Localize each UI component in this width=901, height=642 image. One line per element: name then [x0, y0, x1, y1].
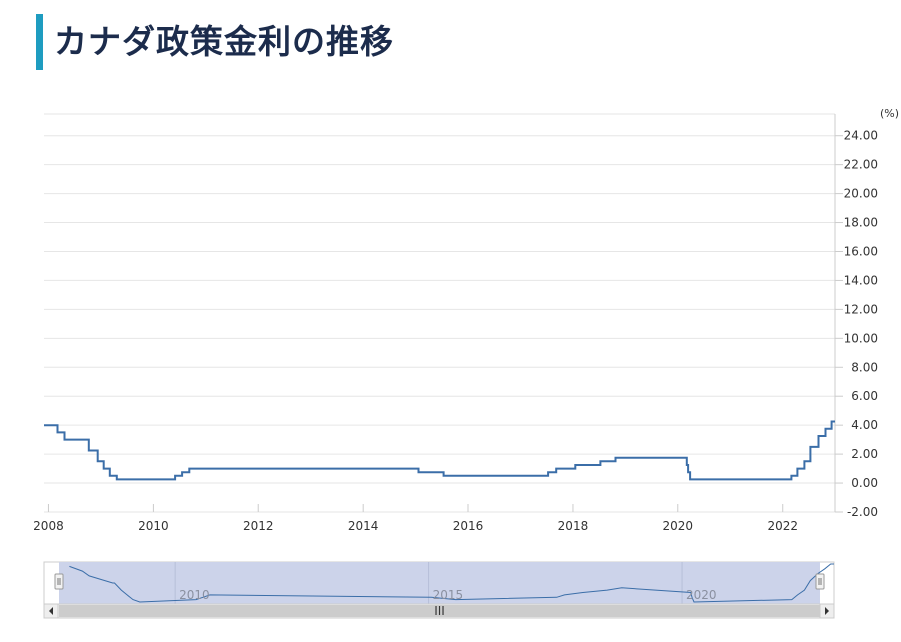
x-tick-label: 2022 [767, 519, 798, 533]
y-tick-label: 0.00 [851, 476, 878, 490]
x-tick-label: 2012 [243, 519, 274, 533]
x-tick-label: 2018 [558, 519, 589, 533]
y-tick-label: 6.00 [851, 389, 878, 403]
scrollbar-right-arrow[interactable] [819, 603, 835, 619]
y-tick-label: 22.00 [844, 158, 878, 172]
y-tick-label: 8.00 [851, 360, 878, 374]
x-tick-label: 2020 [663, 519, 694, 533]
x-tick-label: 2014 [348, 519, 379, 533]
y-axis-unit-label: (%) [880, 107, 899, 120]
x-tick-label: 2010 [138, 519, 169, 533]
y-tick-label: 14.00 [844, 273, 878, 287]
navigator-year-label: 2010 [179, 588, 210, 602]
y-tick-label: 16.00 [844, 244, 878, 258]
navigator-handle-left[interactable] [54, 573, 64, 590]
x-tick-label: 2008 [33, 519, 64, 533]
y-tick-label: 10.00 [844, 331, 878, 345]
y-tick-label: 12.00 [844, 302, 878, 316]
scrollbar-grip[interactable]: III [434, 604, 445, 618]
y-tick-label: 4.00 [851, 418, 878, 432]
y-tick-label: -2.00 [847, 505, 878, 519]
y-tick-label: 20.00 [844, 187, 878, 201]
navigator-year-label: 2020 [686, 588, 717, 602]
y-tick-label: 2.00 [851, 447, 878, 461]
y-tick-label: 18.00 [844, 216, 878, 230]
scrollbar-left-arrow[interactable] [43, 603, 59, 619]
navigator-handle-right[interactable] [815, 573, 825, 590]
y-tick-label: 24.00 [844, 129, 878, 143]
policy-rate-chart: 24.00 22.00 20.00 18.00 16.00 14.00 12.00 10.00… [33, 107, 899, 619]
x-tick-label: 2016 [453, 519, 484, 533]
series-line [44, 420, 835, 481]
navigator-year-label: 2015 [433, 588, 464, 602]
